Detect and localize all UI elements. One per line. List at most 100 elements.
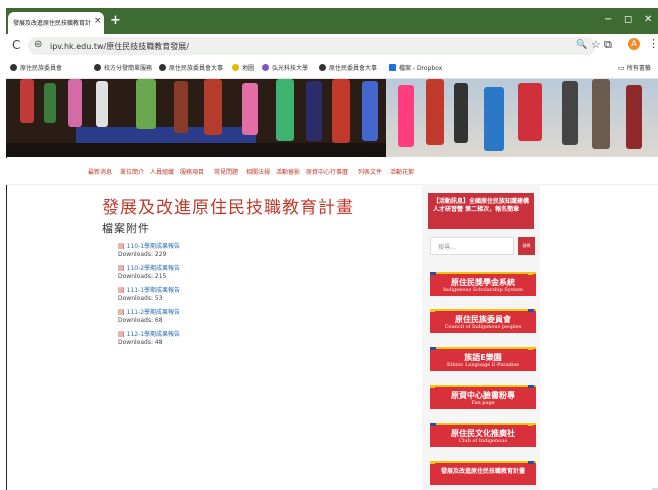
banner-dancer [592, 79, 610, 149]
nav-item[interactable]: 最新消息 [88, 167, 112, 176]
search-input[interactable]: 搜尋... [430, 237, 514, 255]
reload-icon[interactable]: C [12, 38, 20, 52]
bookmarks-bar: 原住民族委員會 校方分發簡單服務 原住民族委員會大事 地圖 弘光科技大學 原住民… [6, 58, 658, 79]
promo-decoration [528, 272, 533, 275]
nav-item[interactable]: 活動留影 [276, 167, 300, 176]
map-icon [232, 64, 239, 71]
download-count: Downloads: 68 [118, 317, 163, 324]
attachment-link[interactable]: ▤ 111-2學期成果報告 [118, 307, 180, 316]
banner-dancer [136, 79, 156, 129]
promo-title: 發展及改進原住民技職教育計畫 [440, 468, 525, 475]
page-title: 發展及改進原住民技職教育計畫 [102, 198, 354, 218]
bookmark-icon [159, 64, 166, 71]
new-tab-icon[interactable]: + [110, 13, 121, 28]
banner-stage [76, 127, 256, 143]
promo-decoration [430, 309, 435, 312]
banner-dancer [44, 83, 56, 123]
browser-menu-icon[interactable]: ⋮ [648, 37, 658, 50]
pdf-icon: ▤ [118, 308, 125, 316]
search-button[interactable]: 搜尋 [518, 237, 535, 255]
promo-subtitle: Ethnic Language E-Paradise [446, 362, 519, 368]
nav-item[interactable]: 常見問題 [214, 167, 238, 176]
bookmark-item[interactable]: 校方分發簡單服務 [94, 63, 152, 72]
attachment-link[interactable]: ▤ 110-2學期成果報告 [118, 263, 180, 272]
pdf-icon: ▤ [118, 286, 125, 294]
active-tab[interactable]: 發展及改進原住民技職教育計畫 × [8, 12, 104, 34]
promo-fan-page[interactable]: 原資中心臉書粉專 Fan page [430, 385, 536, 409]
search-placeholder: 搜尋... [438, 244, 456, 251]
header-banner-image [6, 79, 658, 157]
bookmark-star-icon[interactable]: ☆ [591, 38, 601, 51]
promo-culture-club[interactable]: 原住民文化推廣社 Club of Indigenous [430, 423, 536, 447]
nav-item[interactable]: 單位簡介 [120, 167, 144, 176]
banner-dancer [562, 81, 578, 145]
promo-decoration [430, 272, 436, 275]
promo-decoration [528, 423, 533, 426]
banner-dancer [96, 81, 108, 127]
site-info-icon[interactable]: ⊜ [34, 39, 42, 50]
extensions-icon[interactable]: ⧉ [604, 38, 612, 52]
promo-scholarship-system[interactable]: 原住民獎學金系統 Indigenous Scholarship System [430, 272, 536, 296]
promo-decoration [528, 461, 534, 464]
banner-dancer [484, 87, 504, 151]
promo-decoration [528, 385, 534, 388]
nav-item[interactable]: 人員組織 [150, 167, 174, 176]
nav-item[interactable]: 服務項目 [180, 167, 204, 176]
banner-dancer [518, 83, 542, 141]
promo-decoration [528, 309, 534, 312]
all-bookmarks[interactable]: ▭ 所有書籤 [618, 63, 651, 72]
attachment-link[interactable]: ▤ 110-1學期成果報告 [118, 241, 180, 250]
nav-item[interactable]: 相關法規 [246, 167, 270, 176]
address-bar: C ⊜ ipv.hk.edu.tw/原住民技技職教育發展/ 🔍 ☆ ⧉ A ⋮ [6, 34, 658, 58]
close-tab-icon[interactable]: × [94, 16, 102, 26]
sidebar: 【活動訊息】全國原住民族知識建構人才研習營 第二梯次，報名簡章 搜尋... 搜尋… [422, 184, 540, 490]
promo-subtitle: Council of Indigenous peoples [444, 324, 522, 330]
promo-decoration [430, 461, 435, 464]
url-text[interactable]: ipv.hk.edu.tw/原住民技技職教育發展/ [50, 41, 189, 52]
promo-decoration [430, 423, 436, 426]
news-text: 【活動訊息】全國原住民族知識建構人才研習營 第二梯次，報名簡章 [433, 198, 530, 213]
banner-dancer [20, 79, 34, 123]
nav-item[interactable]: 原資中心行事曆 [306, 167, 348, 176]
pdf-icon: ▤ [118, 242, 125, 250]
dropbox-icon [389, 64, 396, 71]
news-banner[interactable]: 【活動訊息】全國原住民族知識建構人才研習營 第二梯次，報名簡章 [428, 193, 534, 229]
banner-floor [6, 143, 386, 157]
banner-dancer [68, 79, 82, 127]
bookmark-item[interactable]: 原住民委員會大事 [319, 63, 377, 72]
promo-subtitle: Fan page [471, 400, 495, 406]
promo-council[interactable]: 原住民族委員會 Council of Indigenous peoples [430, 309, 536, 333]
bookmark-icon [262, 64, 269, 71]
attachment-link[interactable]: ▤ 112-1學期成果報告 [118, 329, 180, 338]
bookmark-item[interactable]: 弘光科技大學 [262, 63, 308, 72]
bookmark-item[interactable]: 檔案 - Dropbox [389, 63, 442, 72]
bookmark-item[interactable]: 原住民族委員會大事 [159, 63, 223, 72]
banner-dancer [398, 85, 414, 147]
banner-dancer [332, 79, 350, 143]
promo-decoration [430, 347, 436, 350]
profile-avatar[interactable]: A [628, 38, 640, 50]
banner-dancer [454, 83, 468, 143]
promo-subtitle: Indigenous Scholarship System [443, 287, 523, 293]
omnibox[interactable]: ⊜ ipv.hk.edu.tw/原住民技技職教育發展/ 🔍 ☆ [28, 37, 601, 55]
promo-vocational-plan[interactable]: 發展及改進原住民技職教育計畫 [430, 461, 536, 485]
bookmark-icon [10, 64, 17, 71]
bookmark-item[interactable]: 地圖 [232, 63, 254, 72]
close-window-icon[interactable]: ✕ [644, 14, 652, 25]
nav-item[interactable]: 活動花絮 [390, 167, 414, 176]
zoom-icon[interactable]: 🔍 [576, 40, 587, 50]
maximize-icon[interactable]: ◻ [624, 14, 632, 25]
minimize-icon[interactable]: − [604, 14, 612, 25]
attachment-link[interactable]: ▤ 111-1學期成果報告 [118, 285, 180, 294]
promo-ethnic-language[interactable]: 族語E樂園 Ethnic Language E-Paradise [430, 347, 536, 371]
banner-dancer [362, 81, 378, 141]
nav-item[interactable]: 列表文件 [358, 167, 382, 176]
pdf-icon: ▤ [118, 264, 125, 272]
tab-title: 發展及改進原住民技職教育計畫 [13, 20, 91, 27]
banner-dancer [426, 79, 444, 145]
download-count: Downloads: 215 [118, 273, 167, 280]
promo-subtitle: Club of Indigenous [458, 438, 508, 444]
bookmark-item[interactable]: 原住民族委員會 [10, 63, 62, 72]
bookmark-icon [94, 64, 101, 71]
tab-strip: 發展及改進原住民技職教育計畫 × + − ◻ ✕ [6, 8, 658, 34]
